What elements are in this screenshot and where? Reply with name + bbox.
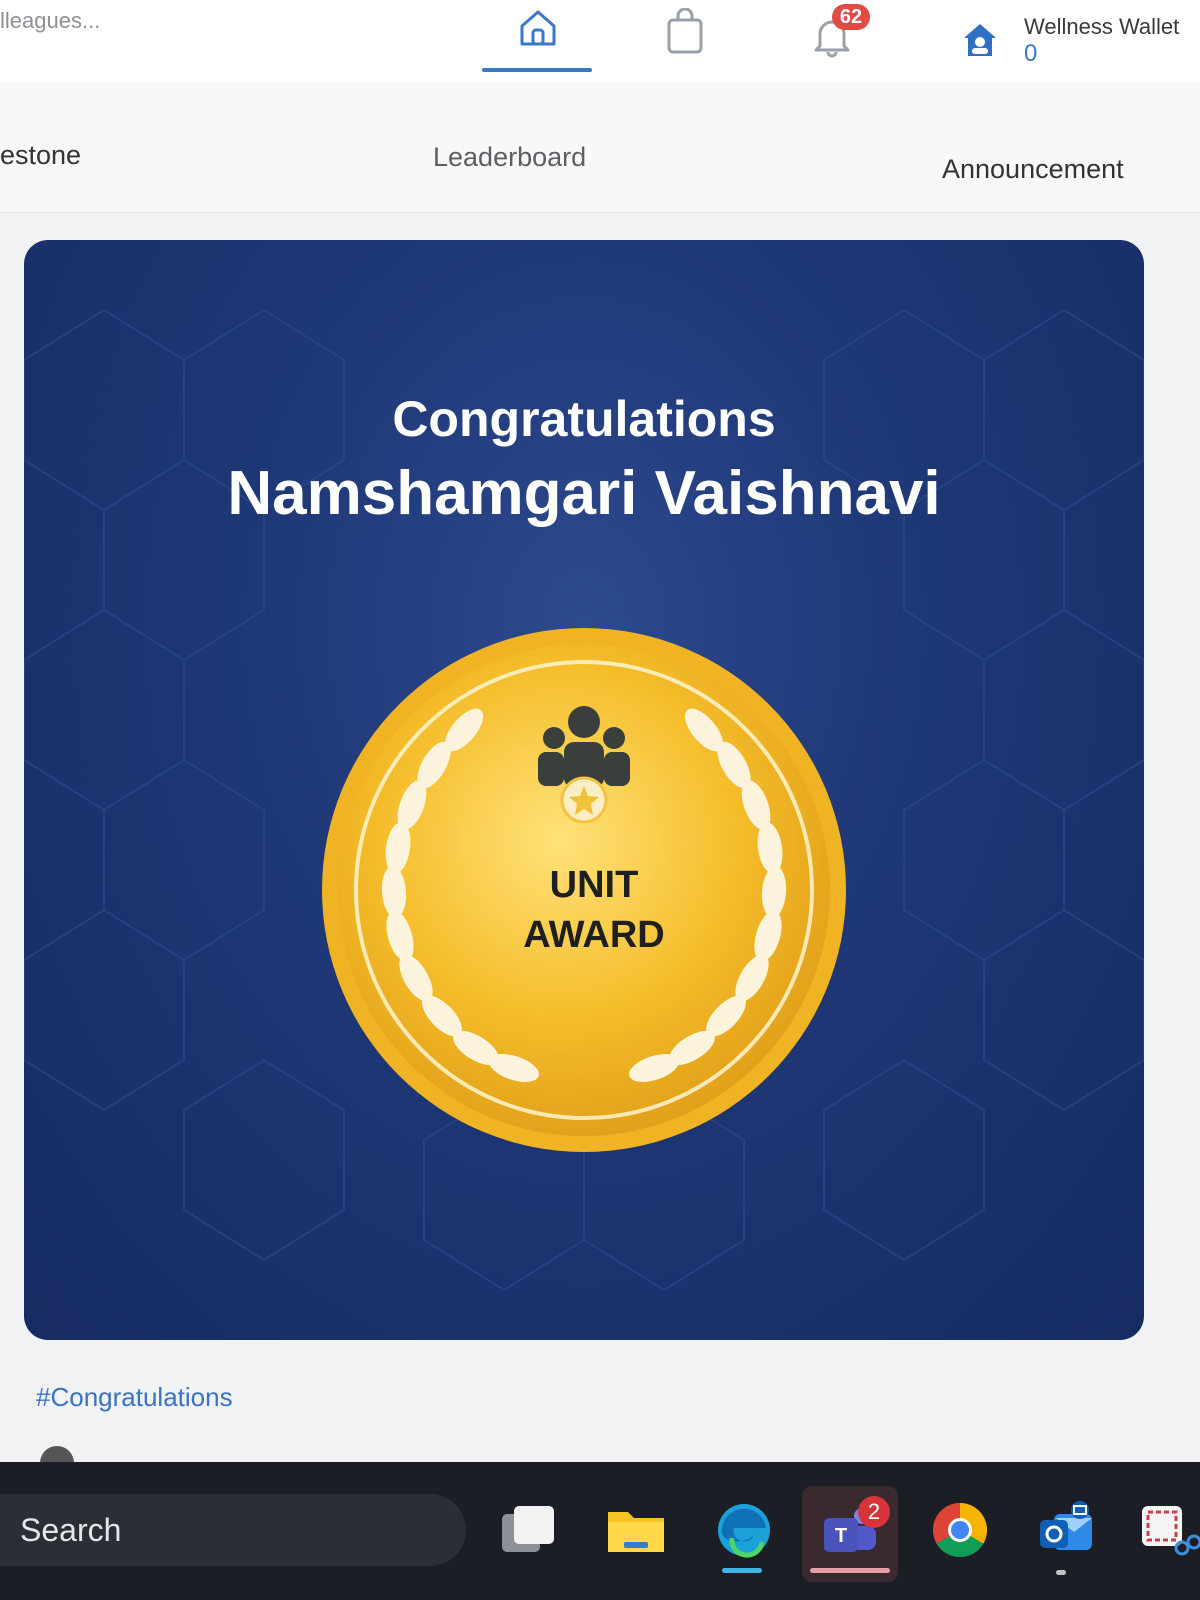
folder-icon	[608, 1512, 664, 1552]
award-title-line1: UNIT	[549, 864, 639, 906]
teams-unread-badge: 2	[858, 1496, 890, 1528]
active-tab-indicator	[482, 68, 592, 72]
tab-milestone[interactable]: estone	[0, 140, 81, 171]
edge-running-indicator	[722, 1568, 762, 1573]
outlook-icon	[1040, 1501, 1092, 1550]
teams-active-indicator	[810, 1568, 890, 1573]
home-icon	[520, 10, 556, 46]
tab-leaderboard[interactable]: Leaderboard	[433, 142, 586, 173]
star-medallion-icon	[560, 776, 608, 824]
task-view-button[interactable]	[496, 1498, 560, 1567]
congratulations-hashtag-link[interactable]: #Congratulations	[36, 1382, 233, 1413]
chrome-browser-button[interactable]	[928, 1498, 992, 1567]
award-title-line2: AWARD	[523, 914, 665, 956]
wallet-house-icon	[962, 20, 998, 65]
wellness-wallet-label[interactable]: Wellness Wallet	[1024, 14, 1179, 40]
taskbar-search-box[interactable]: Search	[0, 1494, 466, 1566]
top-bar: lleagues... 62 Wellness Wallet 0	[0, 0, 1200, 83]
outlook-button[interactable]	[1034, 1498, 1098, 1567]
congratulations-heading: Congratulations	[392, 391, 776, 447]
snipping-tool-button[interactable]	[1138, 1498, 1200, 1567]
award-title: UNIT AWARD	[384, 860, 804, 960]
store-nav-button[interactable]	[665, 7, 705, 61]
award-card: Congratulations Namshamgari Vaishnavi UN…	[24, 240, 1144, 1340]
windows-taskbar: Search T 2	[0, 1462, 1200, 1600]
task-view-icon	[502, 1506, 554, 1552]
snipping-tool-icon	[1142, 1506, 1200, 1556]
taskbar-search-label: Search	[20, 1512, 122, 1548]
tab-announcement[interactable]: Announcement	[942, 154, 1124, 185]
colleague-search-input[interactable]: lleagues...	[0, 8, 100, 34]
wellness-wallet-balance: 0	[1024, 40, 1038, 67]
edge-icon	[718, 1504, 770, 1558]
chrome-icon	[932, 1503, 988, 1558]
notification-count-badge: 62	[832, 4, 870, 30]
section-tabs: estone Leaderboard Announcement	[0, 82, 1200, 213]
recipient-name: Namshamgari Vaishnavi	[227, 459, 941, 528]
outlook-running-indicator	[1056, 1570, 1066, 1575]
svg-text:T: T	[835, 1525, 847, 1547]
file-explorer-button[interactable]	[604, 1498, 668, 1567]
home-nav-button[interactable]	[516, 6, 560, 55]
shopping-bag-icon	[667, 7, 703, 54]
edge-browser-button[interactable]	[712, 1498, 776, 1567]
